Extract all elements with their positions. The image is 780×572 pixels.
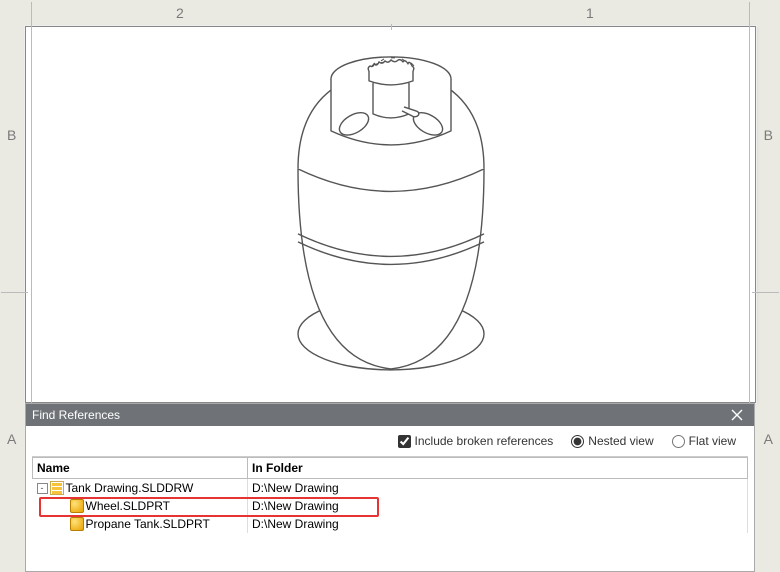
zone-label-2: 2 — [176, 5, 184, 21]
nested-view-radio[interactable]: Nested view — [571, 434, 653, 448]
table-row[interactable]: - Tank Drawing.SLDDRW D:\New Drawing — [33, 479, 748, 498]
col-folder[interactable]: In Folder — [248, 458, 748, 479]
drawing-file-icon — [50, 481, 64, 495]
nested-view-input[interactable] — [571, 435, 584, 448]
zone-label-a-right: A — [764, 431, 773, 447]
references-grid[interactable]: Name In Folder - Tank Drawing.SLDDRW D:\Ne… — [32, 456, 748, 571]
include-broken-input[interactable] — [398, 435, 411, 448]
include-broken-checkbox[interactable]: Include broken references — [398, 434, 554, 448]
zone-label-a-left: A — [7, 431, 16, 447]
part-file-icon — [70, 499, 84, 513]
part-file-icon — [70, 517, 84, 531]
find-references-panel: Find References Include broken reference… — [25, 403, 755, 572]
file-name: Wheel.SLDPRT — [86, 499, 170, 513]
file-name: Propane Tank.SLDPRT — [86, 517, 210, 531]
file-folder: D:\New Drawing — [248, 479, 748, 498]
zone-label-1: 1 — [586, 5, 594, 21]
panel-titlebar[interactable]: Find References — [26, 404, 754, 426]
panel-title-text: Find References — [32, 408, 120, 422]
include-broken-label: Include broken references — [415, 434, 554, 448]
nested-view-label: Nested view — [588, 434, 653, 448]
file-folder: D:\New Drawing — [248, 497, 748, 515]
col-name[interactable]: Name — [33, 458, 248, 479]
drawing-sheet[interactable]: 2 1 B B A A — [25, 26, 756, 403]
flat-view-radio[interactable]: Flat view — [672, 434, 736, 448]
table-row[interactable]: Wheel.SLDPRT D:\New Drawing — [33, 497, 748, 515]
file-name: Tank Drawing.SLDDRW — [66, 481, 194, 495]
zone-divider-right — [752, 292, 779, 293]
zone-divider-left — [1, 292, 28, 293]
tree-toggle[interactable]: - — [37, 483, 48, 494]
flat-view-input[interactable] — [672, 435, 685, 448]
flat-view-label: Flat view — [689, 434, 736, 448]
zone-label-b-right: B — [764, 127, 773, 143]
file-folder: D:\New Drawing — [248, 515, 748, 533]
zone-label-b-left: B — [7, 127, 16, 143]
tank-isometric-view[interactable] — [276, 18, 506, 388]
table-row[interactable]: Propane Tank.SLDPRT D:\New Drawing — [33, 515, 748, 533]
panel-options-row: Include broken references Nested view Fl… — [26, 426, 754, 456]
close-icon[interactable] — [726, 404, 748, 426]
